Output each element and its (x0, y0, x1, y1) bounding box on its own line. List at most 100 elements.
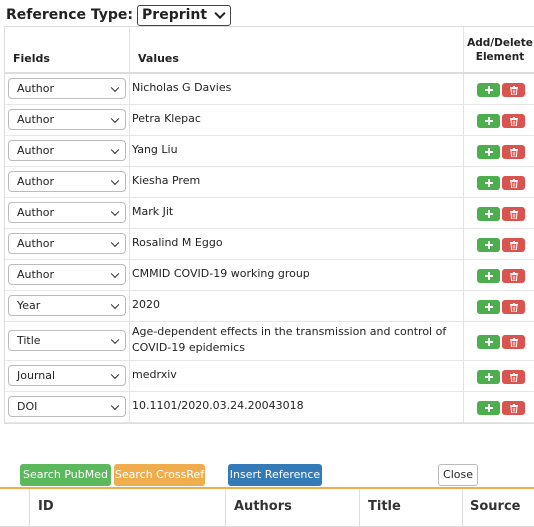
field-type-select[interactable]: Author (8, 171, 126, 192)
trash-icon (509, 403, 518, 413)
add-element-button[interactable] (477, 269, 500, 283)
add-element-button[interactable] (477, 238, 500, 252)
field-type-select[interactable]: Year (8, 295, 126, 316)
field-type-value: Title (17, 334, 41, 347)
field-type-select[interactable]: Journal (8, 365, 126, 386)
delete-element-button[interactable] (502, 401, 525, 415)
add-element-button[interactable] (477, 114, 500, 128)
chevron-down-icon (110, 207, 120, 216)
header-values: Values (138, 52, 179, 65)
field-type-value: Author (17, 268, 55, 281)
field-value: Age-dependent effects in the transmissio… (132, 325, 447, 354)
delete-element-button[interactable] (502, 114, 525, 128)
table-row: Year 2020 (5, 291, 534, 322)
chevron-down-icon (110, 83, 120, 92)
results-header-title[interactable]: Title (368, 499, 401, 514)
close-button[interactable]: Close (438, 464, 478, 486)
delete-element-button[interactable] (502, 300, 525, 314)
table-header: Fields Values Add/Delete Element (5, 27, 534, 74)
add-element-button[interactable] (477, 335, 500, 349)
field-value: medrxiv (132, 368, 177, 381)
chevron-down-icon (110, 370, 120, 379)
results-table-header: ID Authors Title Source (0, 489, 534, 527)
reference-type-value: Preprint (142, 6, 208, 23)
row-actions (477, 401, 525, 415)
chevron-down-icon (110, 401, 120, 410)
reference-type-select[interactable]: Preprint (137, 4, 232, 26)
row-actions (477, 269, 525, 283)
row-actions (477, 300, 525, 314)
trash-icon (509, 209, 518, 219)
results-header-id[interactable]: ID (38, 499, 54, 514)
field-type-select[interactable]: Author (8, 109, 126, 130)
field-type-value: Year (17, 299, 41, 312)
plus-icon (484, 373, 493, 381)
trash-icon (509, 85, 518, 95)
plus-icon (484, 86, 493, 94)
trash-icon (509, 240, 518, 250)
field-type-select[interactable]: Author (8, 140, 126, 161)
search-pubmed-button[interactable]: Search PubMed (20, 464, 111, 486)
add-element-button[interactable] (477, 300, 500, 314)
trash-icon (509, 271, 518, 281)
trash-icon (509, 302, 518, 312)
table-row: Author Yang Liu (5, 136, 534, 167)
delete-element-button[interactable] (502, 207, 525, 221)
add-element-button[interactable] (477, 207, 500, 221)
trash-icon (509, 147, 518, 157)
plus-icon (484, 404, 493, 412)
plus-icon (484, 210, 493, 218)
field-type-value: Author (17, 175, 55, 188)
add-element-button[interactable] (477, 370, 500, 384)
field-type-value: Author (17, 113, 55, 126)
add-element-button[interactable] (477, 176, 500, 190)
delete-element-button[interactable] (502, 238, 525, 252)
table-row: Author CMMID COVID-19 working group (5, 260, 534, 291)
field-type-value: Author (17, 237, 55, 250)
column-divider (462, 489, 463, 526)
add-element-button[interactable] (477, 145, 500, 159)
delete-element-button[interactable] (502, 145, 525, 159)
field-type-select[interactable]: DOI (8, 396, 126, 417)
table-row: Author Rosalind M Eggo (5, 229, 534, 260)
trash-icon (509, 178, 518, 188)
row-actions (477, 335, 525, 349)
chevron-down-icon (110, 114, 120, 123)
row-actions (477, 370, 525, 384)
plus-icon (484, 241, 493, 249)
column-divider (29, 489, 30, 526)
delete-element-button[interactable] (502, 335, 525, 349)
delete-element-button[interactable] (502, 176, 525, 190)
table-row: Title Age-dependent effects in the transm… (5, 322, 534, 361)
field-type-select[interactable]: Author (8, 264, 126, 285)
field-type-select[interactable]: Author (8, 78, 126, 99)
plus-icon (484, 338, 493, 346)
plus-icon (484, 272, 493, 280)
add-element-button[interactable] (477, 83, 500, 97)
row-actions (477, 83, 525, 97)
table-row: Author Nicholas G Davies (5, 74, 534, 105)
delete-element-button[interactable] (502, 370, 525, 384)
plus-icon (484, 148, 493, 156)
field-type-select[interactable]: Title (8, 330, 126, 351)
trash-icon (509, 116, 518, 126)
delete-element-button[interactable] (502, 269, 525, 283)
reference-fields-table: Fields Values Add/Delete Element Author N… (4, 26, 534, 424)
plus-icon (484, 117, 493, 125)
delete-element-button[interactable] (502, 83, 525, 97)
field-type-value: Author (17, 206, 55, 219)
field-type-select[interactable]: Author (8, 233, 126, 254)
field-value: Nicholas G Davies (132, 81, 232, 94)
results-header-authors[interactable]: Authors (234, 499, 292, 514)
row-actions (477, 207, 525, 221)
field-value: 10.1101/2020.03.24.20043018 (132, 399, 304, 412)
insert-reference-button[interactable]: Insert Reference (228, 464, 322, 486)
search-crossref-button[interactable]: Search CrossRef (114, 464, 205, 486)
trash-icon (509, 337, 518, 347)
results-header-source[interactable]: Source (470, 499, 520, 514)
chevron-down-icon (110, 238, 120, 247)
field-type-value: Journal (17, 369, 56, 382)
field-type-select[interactable]: Author (8, 202, 126, 223)
add-element-button[interactable] (477, 401, 500, 415)
column-divider (359, 489, 360, 526)
